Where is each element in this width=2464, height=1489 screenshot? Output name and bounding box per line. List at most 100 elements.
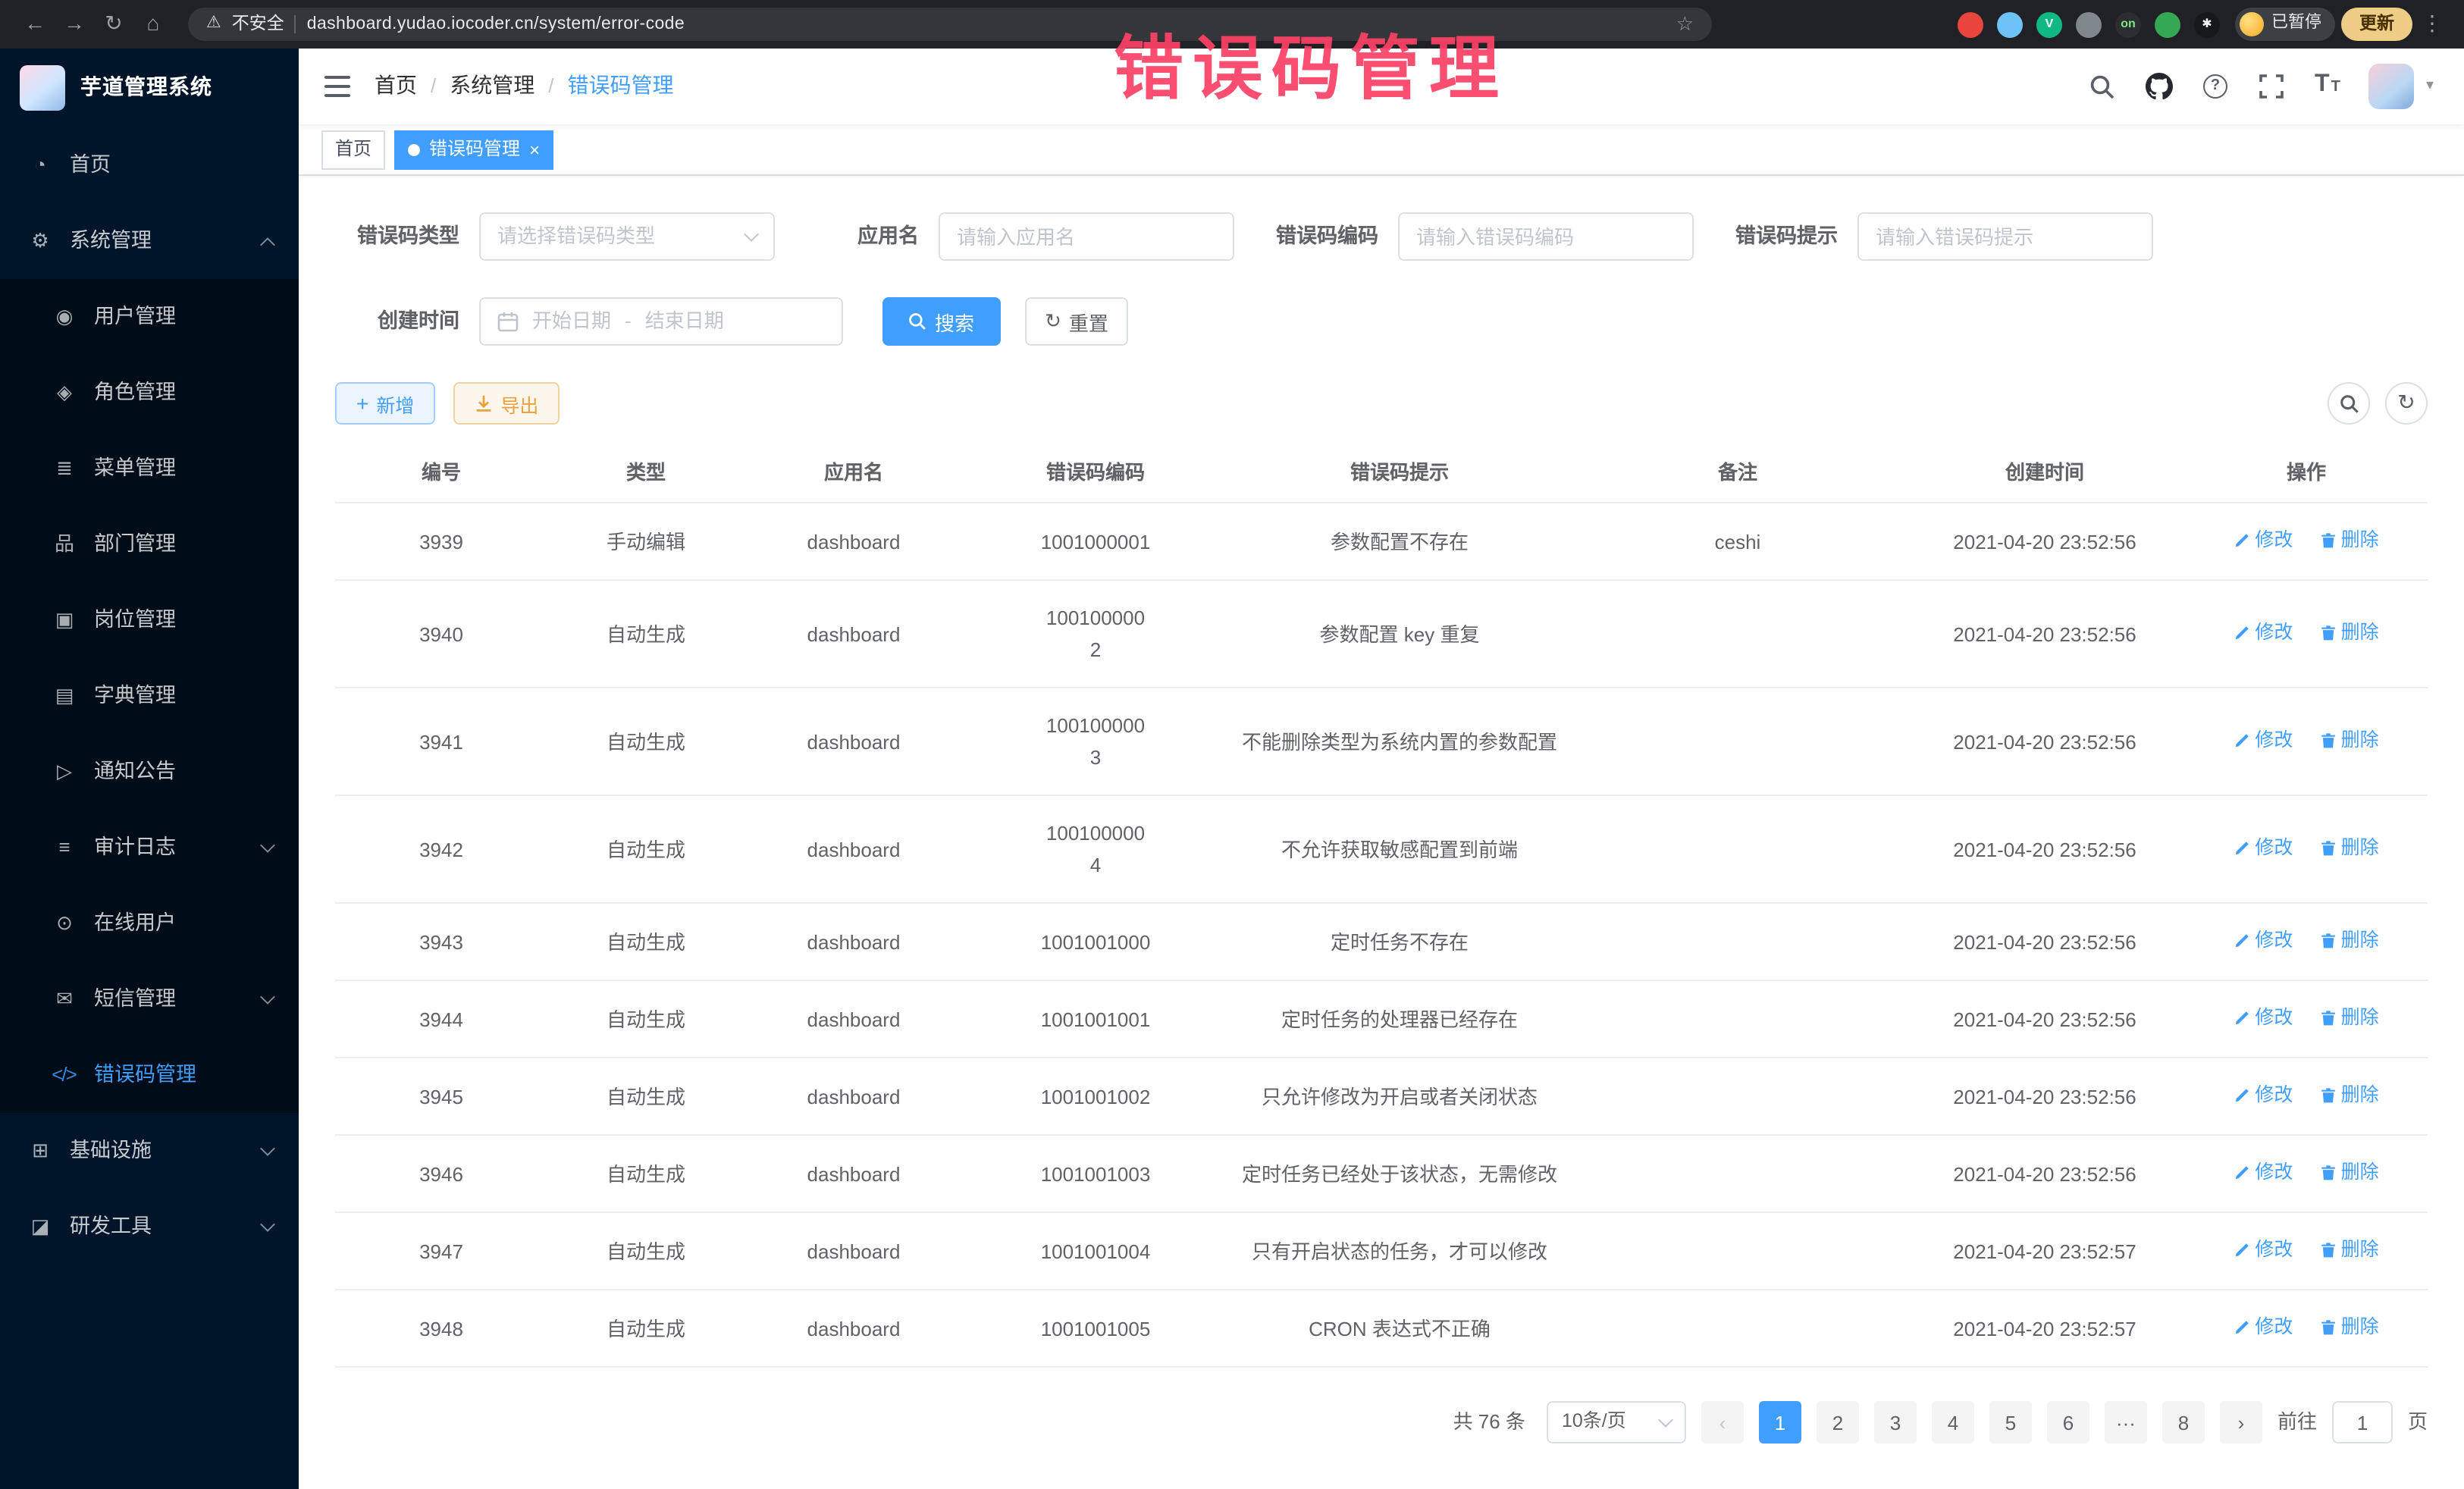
error-code-icon: </> bbox=[50, 1063, 77, 1088]
edit-link[interactable]: 修改 bbox=[2234, 618, 2293, 650]
edit-link[interactable]: 修改 bbox=[2234, 1158, 2293, 1190]
delete-link[interactable]: 删除 bbox=[2320, 1158, 2379, 1190]
sidebar-item[interactable]: ≣ 菜单管理 bbox=[0, 431, 299, 506]
code-input[interactable] bbox=[1398, 212, 1694, 261]
tip-input[interactable] bbox=[1857, 212, 2153, 261]
sidebar-toggle-icon[interactable] bbox=[299, 49, 375, 124]
app-logo[interactable]: 芋道管理系统 bbox=[0, 49, 299, 127]
page-button[interactable]: 3 bbox=[1874, 1402, 1917, 1444]
delete-label: 删除 bbox=[2341, 1158, 2379, 1190]
browser-back-icon[interactable]: ← bbox=[18, 11, 52, 38]
avatar-caret-icon[interactable]: ▾ bbox=[2426, 77, 2434, 96]
page-button[interactable]: ··· bbox=[2105, 1402, 2147, 1444]
page-button[interactable]: 2 bbox=[1817, 1402, 1859, 1444]
extension-icon[interactable] bbox=[2155, 11, 2180, 37]
browser-update-button[interactable]: 更新 bbox=[2341, 8, 2412, 41]
reset-icon: ↻ bbox=[1045, 309, 1061, 334]
cell-code: 1001000002 bbox=[963, 581, 1228, 688]
delete-link[interactable]: 删除 bbox=[2320, 726, 2379, 757]
edit-label: 修改 bbox=[2255, 926, 2293, 958]
sms-icon: ✉ bbox=[50, 987, 77, 1012]
page-size-select[interactable]: 10条/页 bbox=[1547, 1402, 1686, 1444]
browser-reload-icon[interactable]: ↻ bbox=[97, 11, 130, 38]
goto-page-input[interactable] bbox=[2332, 1402, 2393, 1444]
sidebar-item[interactable]: ◈ 角色管理 bbox=[0, 355, 299, 431]
app-input[interactable] bbox=[939, 212, 1234, 261]
address-bar[interactable]: ⚠ 不安全 dashboard.yudao.iocoder.cn/system/… bbox=[188, 8, 1712, 41]
header-search-icon[interactable] bbox=[2088, 70, 2118, 103]
sidebar-item[interactable]: ⊞ 基础设施 bbox=[0, 1113, 299, 1189]
prev-page-button[interactable]: ‹ bbox=[1701, 1402, 1744, 1444]
page-button[interactable]: 4 bbox=[1932, 1402, 1974, 1444]
bookmark-star-icon[interactable]: ☆ bbox=[1676, 12, 1694, 37]
sidebar-item[interactable]: ⚙ 系统管理 bbox=[0, 203, 299, 279]
edit-link[interactable]: 修改 bbox=[2234, 1235, 2293, 1267]
view-tab[interactable]: 首页 bbox=[321, 130, 385, 169]
view-tab[interactable]: 错误码管理 × bbox=[394, 130, 553, 169]
add-button[interactable]: + 新增 bbox=[335, 382, 435, 425]
edit-link[interactable]: 修改 bbox=[2234, 1312, 2293, 1344]
extension-icon[interactable] bbox=[1997, 11, 2023, 37]
export-button[interactable]: 导出 bbox=[453, 382, 560, 425]
breadcrumb: 首页 / 系统管理 / 错误码管理 bbox=[375, 74, 674, 100]
next-page-button[interactable]: › bbox=[2220, 1402, 2262, 1444]
breadcrumb-system[interactable]: 系统管理 bbox=[450, 74, 534, 100]
help-icon[interactable]: ? bbox=[2200, 70, 2230, 103]
sidebar-item[interactable]: ▣ 岗位管理 bbox=[0, 582, 299, 658]
breadcrumb-home[interactable]: 首页 bbox=[375, 74, 417, 100]
page-button[interactable]: 1 bbox=[1759, 1402, 1801, 1444]
delete-link[interactable]: 删除 bbox=[2320, 926, 2379, 958]
edit-link[interactable]: 修改 bbox=[2234, 726, 2293, 757]
edit-link[interactable]: 修改 bbox=[2234, 1003, 2293, 1035]
cell-app: dashboard bbox=[745, 796, 963, 904]
edit-link[interactable]: 修改 bbox=[2234, 833, 2293, 865]
browser-forward-icon[interactable]: → bbox=[58, 11, 91, 38]
page-button[interactable]: 8 bbox=[2162, 1402, 2205, 1444]
sidebar-item[interactable]: ✉ 短信管理 bbox=[0, 961, 299, 1037]
delete-link[interactable]: 删除 bbox=[2320, 833, 2379, 865]
github-icon[interactable] bbox=[2144, 70, 2174, 103]
font-size-icon[interactable]: T T bbox=[2312, 70, 2343, 103]
page-button[interactable]: 5 bbox=[1989, 1402, 2032, 1444]
delete-link[interactable]: 删除 bbox=[2320, 525, 2379, 557]
browser-profile-badge[interactable]: 已暂停 bbox=[2235, 8, 2335, 41]
browser-home-icon[interactable]: ⌂ bbox=[136, 11, 170, 38]
search-button[interactable]: 搜索 bbox=[882, 297, 1001, 346]
delete-label: 删除 bbox=[2341, 618, 2379, 650]
extension-icon[interactable]: ✱ bbox=[2194, 11, 2220, 37]
type-select[interactable]: 请选择错误码类型 bbox=[479, 212, 775, 261]
page-button[interactable]: 6 bbox=[2047, 1402, 2089, 1444]
date-range-picker[interactable]: 开始日期 - 结束日期 bbox=[479, 297, 843, 346]
tab-close-icon[interactable]: × bbox=[529, 140, 540, 158]
sidebar-item[interactable]: ≡ 审计日志 bbox=[0, 810, 299, 886]
sidebar-item[interactable]: ◪ 研发工具 bbox=[0, 1189, 299, 1265]
edit-link[interactable]: 修改 bbox=[2234, 926, 2293, 958]
sidebar-item[interactable]: ▷ 通知公告 bbox=[0, 734, 299, 810]
delete-link[interactable]: 删除 bbox=[2320, 1235, 2379, 1267]
filter-tip: 错误码提示 bbox=[1694, 212, 2153, 261]
extension-icon[interactable]: on bbox=[2115, 11, 2141, 37]
delete-link[interactable]: 删除 bbox=[2320, 1080, 2379, 1112]
extension-icon[interactable] bbox=[2076, 11, 2102, 37]
sidebar-item[interactable]: ▤ 字典管理 bbox=[0, 658, 299, 734]
fullscreen-icon[interactable] bbox=[2256, 70, 2287, 103]
delete-link[interactable]: 删除 bbox=[2320, 618, 2379, 650]
sidebar-item[interactable]: ◔ 首页 bbox=[0, 127, 299, 203]
sidebar-item[interactable]: </> 错误码管理 bbox=[0, 1037, 299, 1113]
sidebar-item[interactable]: 品 部门管理 bbox=[0, 506, 299, 582]
sidebar-item[interactable]: ◉ 用户管理 bbox=[0, 279, 299, 355]
edit-link[interactable]: 修改 bbox=[2234, 525, 2293, 557]
column-header-actions: 操作 bbox=[2185, 444, 2428, 503]
edit-link[interactable]: 修改 bbox=[2234, 1080, 2293, 1112]
extension-icon[interactable] bbox=[1958, 11, 1983, 37]
delete-link[interactable]: 删除 bbox=[2320, 1312, 2379, 1344]
reset-button[interactable]: ↻ 重置 bbox=[1025, 297, 1128, 346]
refresh-button[interactable]: ↻ bbox=[2385, 382, 2428, 425]
sidebar-item[interactable]: ⊙ 在线用户 bbox=[0, 886, 299, 961]
toggle-search-button[interactable] bbox=[2328, 382, 2370, 425]
delete-link[interactable]: 删除 bbox=[2320, 1003, 2379, 1035]
extension-icon[interactable]: V bbox=[2036, 11, 2062, 37]
browser-menu-icon[interactable]: ⋮ bbox=[2419, 11, 2446, 38]
goto-unit-label: 页 bbox=[2408, 1410, 2428, 1435]
user-avatar[interactable] bbox=[2368, 64, 2414, 109]
